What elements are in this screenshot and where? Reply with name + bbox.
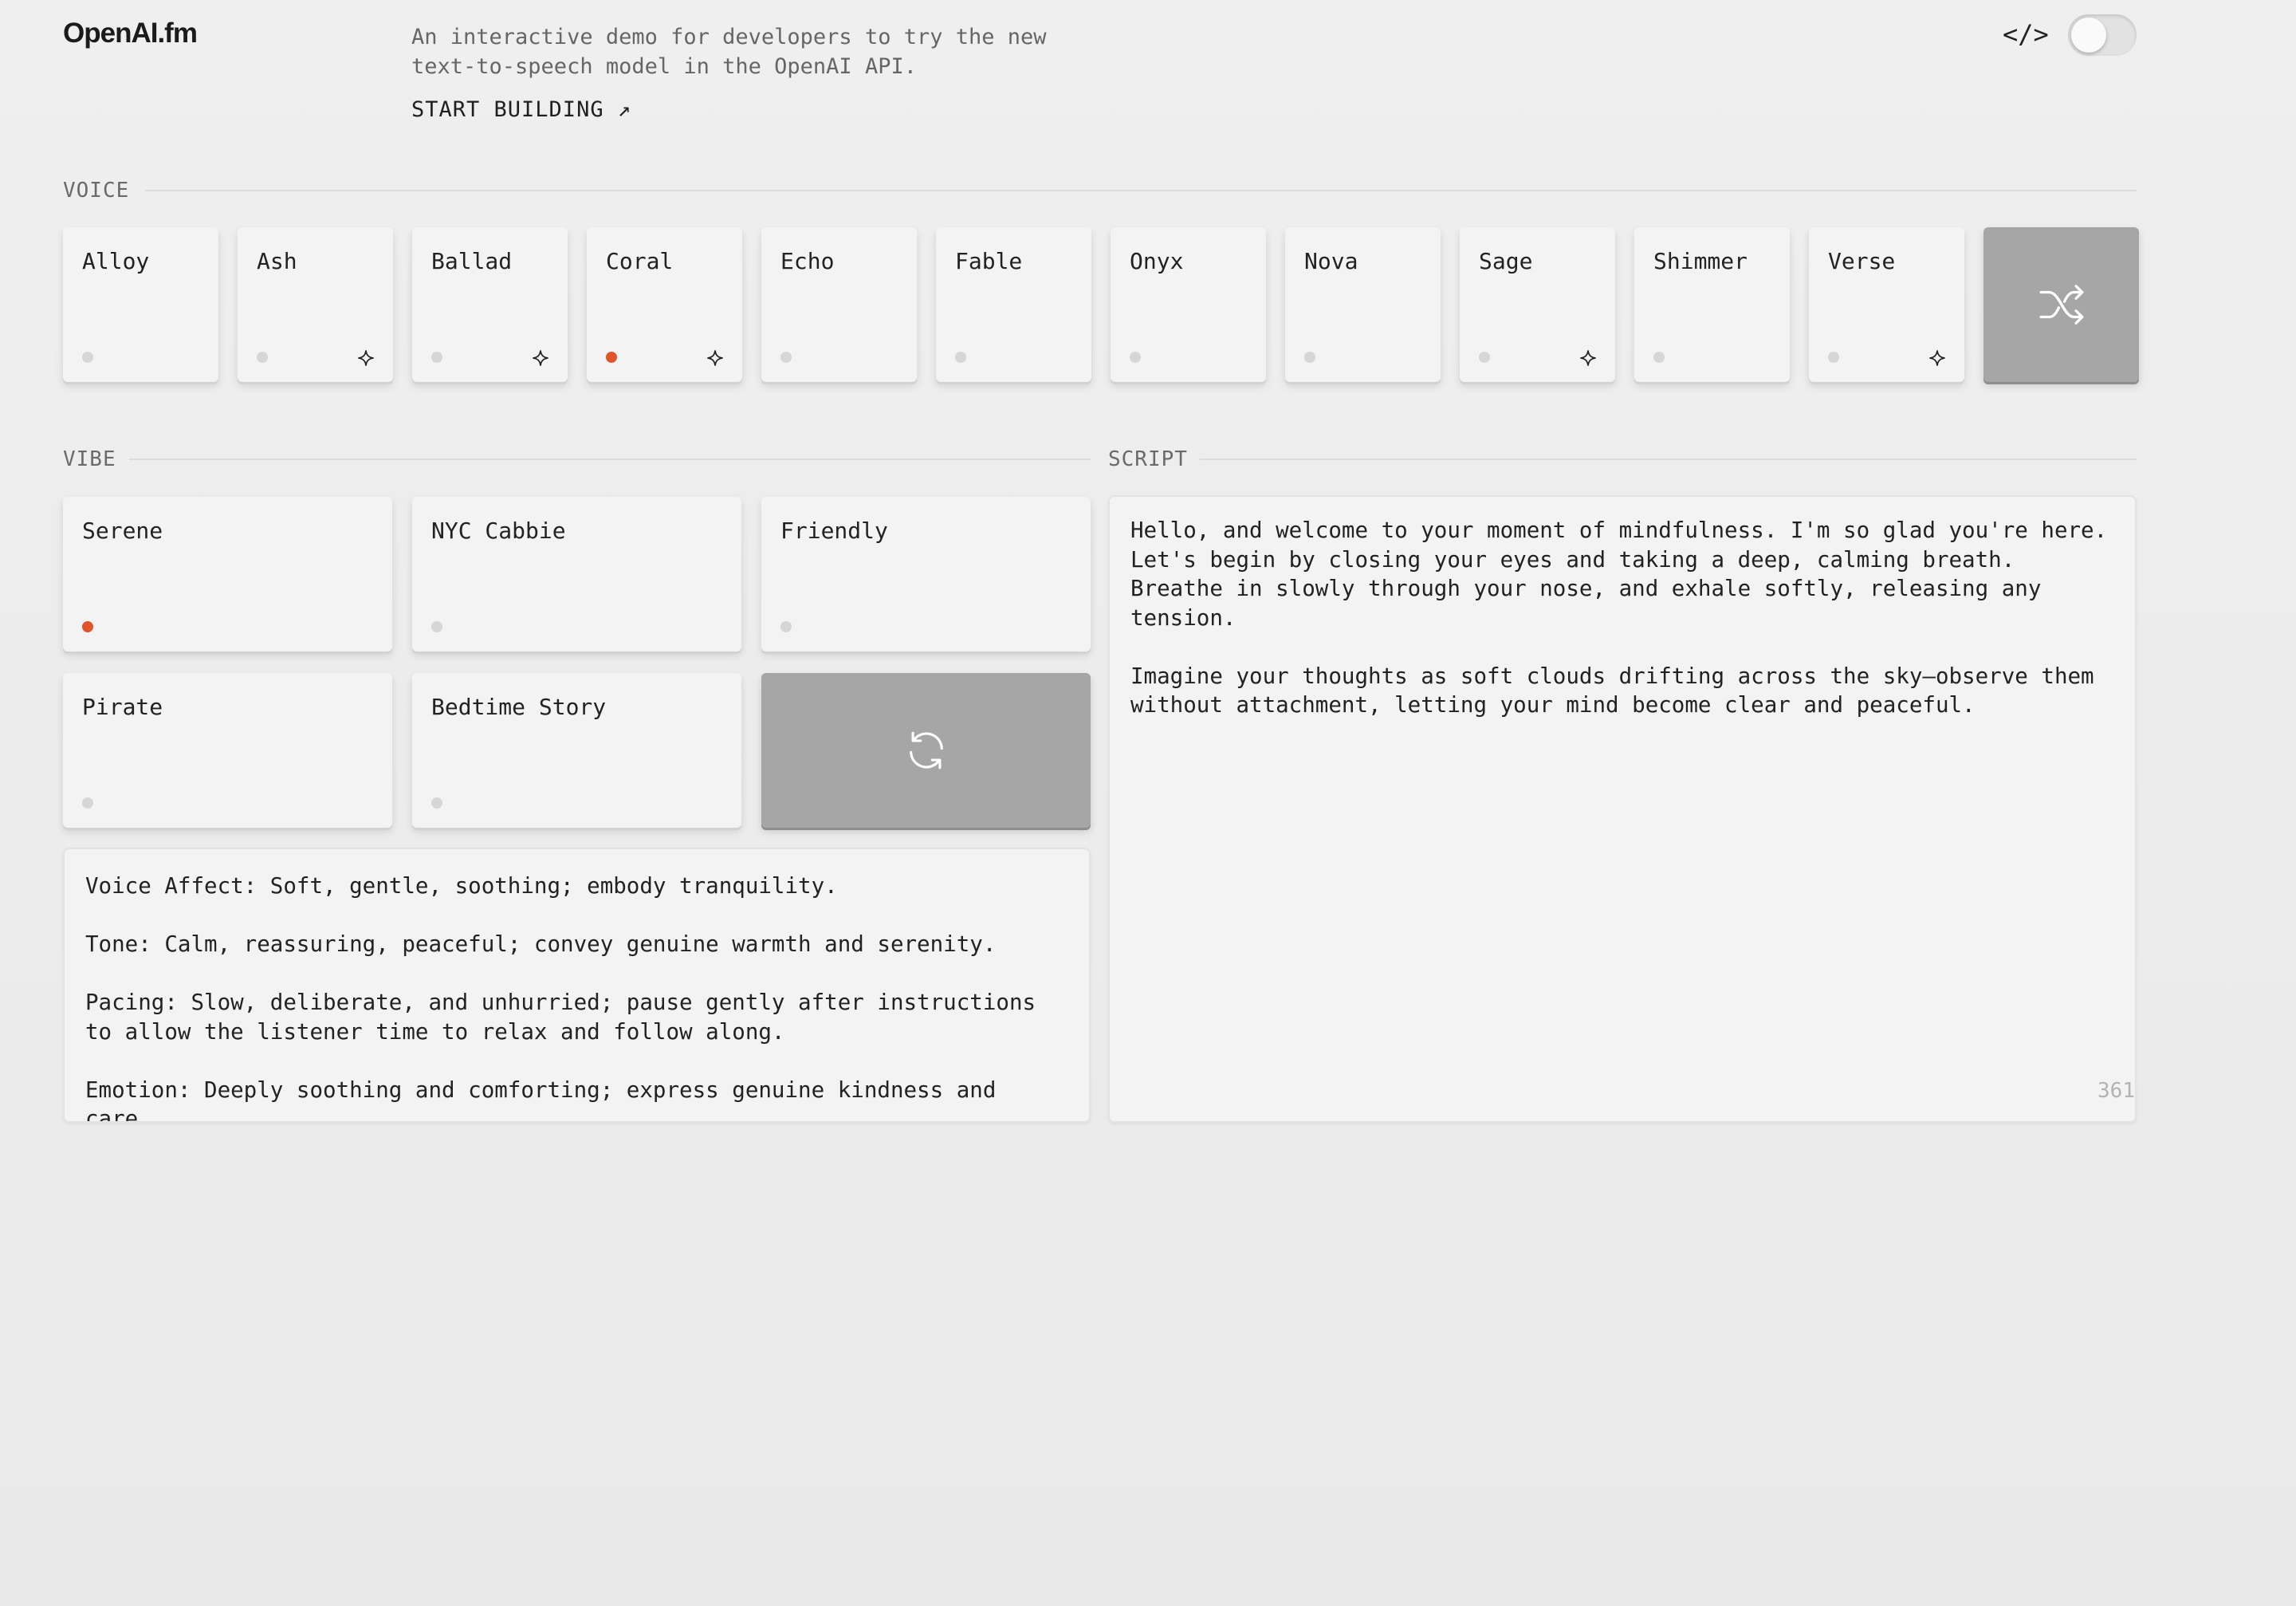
vibe-option-serene[interactable]: Serene (63, 497, 392, 651)
vibe-divider (129, 459, 1091, 460)
selection-indicator (431, 621, 442, 632)
voice-label: Sage (1479, 248, 1533, 274)
voice-option-ballad[interactable]: Ballad (412, 227, 568, 382)
vibe-label: Bedtime Story (431, 694, 607, 720)
vibe-label: Friendly (780, 518, 888, 544)
selection-indicator (82, 621, 93, 632)
code-icon[interactable]: </> (2003, 19, 2049, 49)
vibe-label: NYC Cabbie (431, 518, 566, 544)
vibe-option-bedtime-story[interactable]: Bedtime Story (412, 673, 741, 828)
vibe-label: Serene (82, 518, 163, 544)
selection-indicator (955, 352, 966, 363)
voice-label: Ash (257, 248, 297, 274)
vibe-section-label: VIBE (63, 447, 116, 471)
voice-option-coral[interactable]: Coral (587, 227, 742, 382)
char-count: 361 (2097, 1079, 2135, 1103)
theme-toggle-switch[interactable] (2068, 14, 2137, 56)
sparkle-icon (1928, 348, 1947, 368)
script-textarea[interactable]: Hello, and welcome to your moment of min… (1108, 495, 2137, 1123)
selection-indicator (780, 621, 792, 632)
start-building-link[interactable]: START BUILDING ↗ (411, 97, 631, 122)
vibe-label: Pirate (82, 694, 163, 720)
sparkle-icon (1578, 348, 1598, 368)
sparkle-icon (356, 348, 375, 368)
voice-option-shimmer[interactable]: Shimmer (1634, 227, 1790, 382)
refresh-vibes-button[interactable] (761, 673, 1091, 828)
voice-label: Nova (1304, 248, 1358, 274)
voice-option-onyx[interactable]: Onyx (1111, 227, 1266, 382)
voice-label: Alloy (82, 248, 150, 274)
voice-option-alloy[interactable]: Alloy (63, 227, 218, 382)
sparkle-icon (531, 348, 550, 368)
selection-indicator (82, 352, 93, 363)
voice-option-ash[interactable]: Ash (238, 227, 393, 382)
selection-indicator (1828, 352, 1839, 363)
selection-indicator (257, 352, 268, 363)
voice-label: Ballad (431, 248, 513, 274)
logo[interactable]: OpenAI.fm (63, 18, 198, 49)
selection-indicator (1479, 352, 1490, 363)
voice-label: Coral (606, 248, 674, 274)
voice-label: Echo (780, 248, 835, 274)
selection-indicator (82, 797, 93, 809)
selection-indicator (1130, 352, 1141, 363)
selection-indicator (431, 797, 442, 809)
vibe-description-textarea[interactable]: Voice Affect: Soft, gentle, soothing; em… (63, 848, 1091, 1123)
sparkle-icon (706, 348, 725, 368)
vibe-option-pirate[interactable]: Pirate (63, 673, 392, 828)
selection-indicator (1304, 352, 1315, 363)
vibe-option-friendly[interactable]: Friendly (761, 497, 1091, 651)
voice-option-nova[interactable]: Nova (1285, 227, 1441, 382)
voice-section-label: VOICE (63, 179, 130, 203)
tagline: An interactive demo for developers to tr… (411, 25, 1047, 79)
refresh-icon (909, 731, 943, 770)
selection-indicator (606, 352, 617, 363)
script-divider (1200, 459, 2137, 460)
shuffle-voice-button[interactable] (1983, 227, 2139, 382)
voice-label: Shimmer (1653, 248, 1748, 274)
voice-option-echo[interactable]: Echo (761, 227, 917, 382)
voice-label: Onyx (1130, 248, 1184, 274)
voice-option-fable[interactable]: Fable (936, 227, 1091, 382)
selection-indicator (1653, 352, 1665, 363)
script-section-label: SCRIPT (1108, 447, 1188, 471)
selection-indicator (780, 352, 792, 363)
toggle-knob (2071, 18, 2106, 53)
vibe-option-nyc-cabbie[interactable]: NYC Cabbie (412, 497, 741, 651)
selection-indicator (431, 352, 442, 363)
voice-option-sage[interactable]: Sage (1460, 227, 1615, 382)
voice-label: Verse (1828, 248, 1896, 274)
shuffle-icon (2038, 285, 2084, 325)
voice-label: Fable (955, 248, 1023, 274)
voice-divider (145, 190, 2137, 191)
voice-option-verse[interactable]: Verse (1809, 227, 1964, 382)
